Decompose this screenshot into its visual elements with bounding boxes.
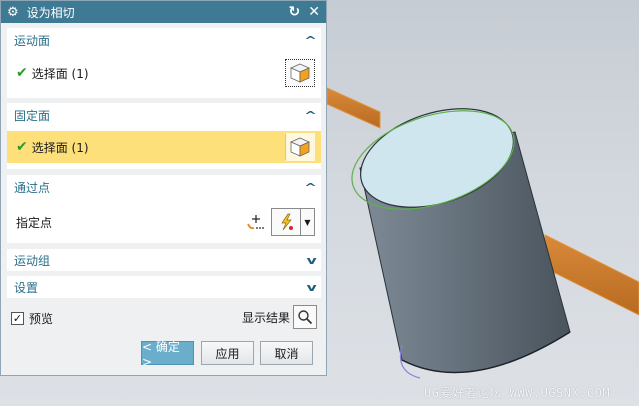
chevron-down-icon[interactable]: v — [306, 254, 316, 267]
section-settings: 设置 v — [7, 276, 321, 298]
check-icon: ✔ — [16, 139, 28, 155]
section-header-settings[interactable]: 设置 v — [7, 276, 321, 298]
cube-face-icon — [290, 137, 310, 157]
preview-checkbox[interactable]: ✓ — [11, 312, 24, 325]
section-title-fixed-face: 固定面 — [14, 108, 51, 123]
chevron-up-icon[interactable]: ^ — [304, 181, 317, 194]
select-face-button[interactable] — [285, 59, 315, 87]
section-title-through-point: 通过点 — [14, 180, 51, 195]
specify-point-label: 指定点 — [16, 215, 53, 230]
point-constructor-icon — [247, 215, 264, 230]
section-title-motion-group: 运动组 — [14, 253, 51, 268]
section-header-motion-group[interactable]: 运动组 v — [7, 249, 321, 271]
dialog-footer: ✓ 预览 显示结果 < 确定 > 应用 取消 — [7, 302, 321, 372]
section-header-motion-face[interactable]: 运动面 ^ — [7, 28, 321, 52]
watermark-text: UG爱好者论坛 WWW.UGSNX.COM — [424, 386, 611, 400]
check-icon: ✔ — [16, 65, 28, 81]
preview-label: 预览 — [29, 312, 54, 326]
section-motion-group: 运动组 v — [7, 249, 321, 271]
set-tangent-dialog: ⚙ 设为相切 ↻ ✕ 运动面 ^ ✔ 选择面 (1) 固定面 ^ ✔ 选择面 (… — [0, 0, 327, 376]
ok-button[interactable]: < 确定 > — [141, 340, 194, 369]
motion-face-select-label: 选择面 (1) — [31, 66, 89, 81]
fixed-face-select-label: 选择面 (1) — [31, 140, 89, 155]
cancel-button[interactable]: 取消 — [260, 341, 313, 365]
show-result-button[interactable] — [293, 305, 317, 329]
section-header-through-point[interactable]: 通过点 ^ — [7, 175, 321, 199]
apply-button[interactable]: 应用 — [201, 341, 254, 365]
chevron-up-icon[interactable]: ^ — [304, 34, 317, 47]
section-motion-face: 运动面 ^ ✔ 选择面 (1) — [7, 28, 321, 98]
select-face-button[interactable] — [285, 133, 315, 161]
cube-face-icon — [290, 63, 310, 83]
dialog-title: 设为相切 — [26, 5, 75, 20]
magnifier-icon — [298, 310, 313, 325]
point-dialog-button[interactable] — [243, 208, 267, 236]
chevron-down-icon[interactable]: v — [306, 281, 316, 294]
inferred-point-button[interactable] — [271, 208, 301, 236]
reset-icon[interactable]: ↻ — [289, 5, 301, 19]
dialog-titlebar[interactable]: ⚙ 设为相切 ↻ ✕ — [1, 1, 326, 23]
close-icon[interactable]: ✕ — [308, 5, 320, 19]
show-result-label: 显示结果 — [241, 310, 290, 325]
gear-icon[interactable]: ⚙ — [7, 5, 19, 20]
specify-point-row: 指定点 ▼ — [7, 205, 321, 239]
section-title-motion-face: 运动面 — [14, 33, 51, 48]
orange-bar-upper — [326, 87, 381, 129]
motion-face-select-row[interactable]: ✔ 选择面 (1) — [7, 56, 321, 90]
chevron-up-icon[interactable]: ^ — [304, 109, 317, 122]
triangle-down-icon: ▼ — [304, 217, 311, 227]
show-result-row: 显示结果 — [242, 305, 317, 329]
section-through-point: 通过点 ^ 指定点 ▼ — [7, 175, 321, 243]
section-header-fixed-face[interactable]: 固定面 ^ — [7, 103, 321, 127]
section-title-settings: 设置 — [14, 280, 39, 295]
preview-checkbox-row[interactable]: ✓ 预览 — [11, 310, 53, 327]
lightning-point-icon — [281, 213, 293, 231]
fixed-face-select-row[interactable]: ✔ 选择面 (1) — [7, 131, 321, 163]
point-type-dropdown[interactable]: ▼ — [301, 208, 315, 236]
section-fixed-face: 固定面 ^ ✔ 选择面 (1) — [7, 103, 321, 169]
